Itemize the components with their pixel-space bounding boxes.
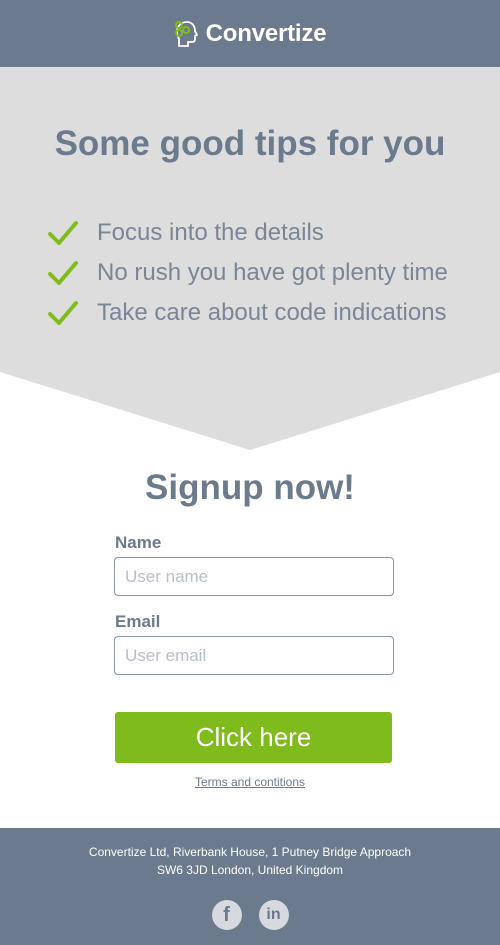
tip-text: Take care about code indications — [97, 299, 447, 326]
check-icon — [48, 261, 78, 285]
tip-text: Focus into the details — [97, 219, 324, 246]
tip-item: Take care about code indications — [48, 293, 448, 333]
check-icon — [48, 301, 78, 325]
tip-item: No rush you have got plenty time — [48, 253, 448, 293]
facebook-icon[interactable]: f — [211, 900, 242, 930]
name-input[interactable] — [114, 557, 394, 596]
tip-text: No rush you have got plenty time — [97, 259, 448, 286]
address-line-2: SW6 3JD London, United Kingdom — [156, 863, 344, 877]
tips-list: Focus into the details No rush you have … — [48, 213, 448, 333]
address-line-1: Convertize Ltd, Riverbank House, 1 Putne… — [88, 845, 412, 859]
email-input[interactable] — [114, 636, 394, 675]
email-label: Email — [115, 612, 161, 631]
tips-panel: Some good tips for you Focus into the de… — [0, 67, 500, 450]
header-bar: Convertize — [0, 0, 500, 67]
signup-title: Signup now! — [145, 468, 355, 507]
name-label: Name — [115, 533, 162, 552]
brand-name: Convertize — [205, 19, 327, 47]
check-icon — [48, 221, 78, 245]
tip-item: Focus into the details — [48, 213, 448, 253]
social-links: f in — [0, 900, 500, 930]
footer: Convertize Ltd, Riverbank House, 1 Putne… — [0, 828, 500, 945]
terms-container: Terms and contitions — [0, 775, 500, 789]
company-address: Convertize Ltd, Riverbank House, 1 Putne… — [0, 843, 500, 879]
signup-submit-button[interactable]: Click here — [115, 712, 392, 763]
tips-title: Some good tips for you — [54, 124, 446, 163]
terms-link[interactable]: Terms and contitions — [195, 775, 305, 789]
linkedin-icon[interactable]: in — [258, 900, 289, 930]
convertize-head-icon — [174, 20, 198, 47]
brand-logo[interactable]: Convertize — [174, 20, 327, 48]
